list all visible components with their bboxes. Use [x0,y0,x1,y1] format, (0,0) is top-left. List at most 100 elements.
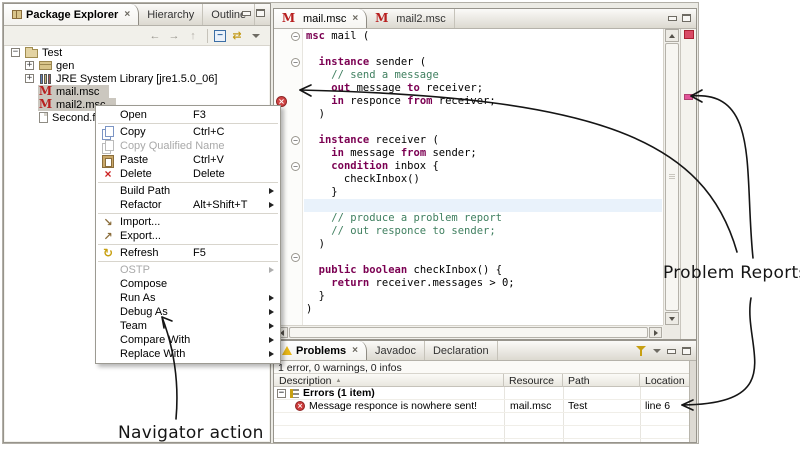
horizontal-scrollbar-thumb[interactable] [289,327,648,338]
close-icon[interactable]: × [124,9,130,20]
menu-item-delete[interactable]: ×DeleteDelete [96,167,280,181]
code-line: in responce from receiver; [306,95,662,108]
expand-icon[interactable]: + [25,74,34,83]
close-icon[interactable]: × [352,13,358,24]
table-row-empty[interactable] [274,439,689,442]
menu-item-debug-as[interactable]: Debug As [96,305,280,319]
thumb-grip-icon [669,174,675,179]
menu-item-run-as[interactable]: Run As [96,291,280,305]
code-token: receiver.messages > 0; [369,277,514,289]
view-tab-declaration[interactable]: Declaration [425,341,498,360]
menu-item-refresh[interactable]: ↻RefreshF5 [96,246,280,260]
column-header-label: Resource [509,375,554,387]
link-with-editor-icon[interactable]: ⇄ [229,28,245,43]
folding-ruler[interactable]: − − − − − [289,29,303,325]
menu-item-compare-with[interactable]: Compare With [96,333,280,347]
view-tab-hierarchy[interactable]: Hierarchy [139,4,203,25]
tree-item-test[interactable]: −Test [11,46,72,59]
tree-item-gen[interactable]: + gen [25,59,84,72]
fold-collapse-icon[interactable]: − [291,136,300,145]
tree-item-body[interactable]: JRE System Library [jre1.5.0_06] [38,72,227,85]
blank-icon [100,334,116,347]
scroll-right-button[interactable] [649,327,662,338]
code-line: ) [306,238,662,251]
code-line: out message to receiver; [306,82,662,95]
editor-tab-mail2-msc[interactable]: Mmail2.msc [367,9,455,28]
menu-item-export[interactable]: ↗Export... [96,229,280,243]
column-header-path[interactable]: Path [563,374,640,387]
collapse-icon[interactable]: − [277,389,286,398]
code-token: ) [306,108,325,120]
fold-collapse-icon[interactable]: − [291,58,300,67]
up-triangle-icon [669,34,675,38]
problems-scrollbar-strip[interactable] [689,361,696,442]
menu-item-refactor[interactable]: RefactorAlt+Shift+T [96,198,280,212]
filter-icon[interactable] [636,345,647,357]
horizontal-scrollbar[interactable] [274,325,663,339]
editor-tab-mail-msc[interactable]: Mmail.msc× [274,9,367,28]
tree-item-jre-system-library-jre1-5-0-06[interactable]: + JRE System Library [jre1.5.0_06] [25,72,227,85]
up-arrow-icon[interactable]: ↑ [185,28,201,43]
view-tab-label: Declaration [433,345,489,357]
menu-item-label: Refactor [120,199,162,211]
maximize-icon[interactable] [682,347,691,355]
scroll-down-button[interactable] [665,312,679,325]
down-triangle-icon [669,317,675,321]
minimize-icon[interactable] [668,14,677,22]
fold-collapse-icon[interactable]: − [291,162,300,171]
submenu-arrow-icon [269,337,274,343]
problems-tabs: Problems×Javadoc Declaration [274,341,498,360]
tree-item-body[interactable]: gen [38,59,84,72]
menu-item-import[interactable]: ↘Import... [96,215,280,229]
code-token: ) [306,303,312,315]
tree-item-mail-msc[interactable]: Mmail.msc [25,85,109,98]
scroll-up-button[interactable] [665,29,679,42]
menu-item-compose[interactable]: Compose [96,277,280,291]
code-token: from [401,147,426,159]
maximize-icon[interactable] [256,9,265,17]
view-tab-javadoc[interactable]: Javadoc [367,341,425,360]
table-row-empty[interactable] [274,413,689,426]
code-token: boolean [363,264,407,276]
problem-row[interactable]: ×Message responce is nowhere sent!mail.m… [274,400,689,413]
problems-table[interactable]: −Errors (1 item)×Message responce is now… [274,387,689,442]
tree-item-body[interactable]: Test [24,46,72,59]
fold-collapse-icon[interactable]: − [291,32,300,41]
view-tab-problems[interactable]: Problems× [274,341,367,360]
blank-icon [100,109,116,122]
back-arrow-icon[interactable]: ← [147,28,163,43]
close-icon[interactable]: × [352,345,358,356]
toolbar-separator [207,29,208,43]
menu-item-open[interactable]: OpenF3 [96,108,280,122]
menu-item-label: Compose [120,278,167,290]
view-menu-icon[interactable] [248,28,264,43]
view-tab-package-explorer[interactable]: Package Explorer× [4,4,139,25]
menu-item-copy[interactable]: CopyCtrl+C [96,125,280,139]
error-header-marker-icon[interactable] [684,30,694,39]
code-text-area[interactable]: msc mail ( instance sender ( // send a m… [304,29,662,325]
column-header-location[interactable]: Location [640,374,690,387]
submenu-arrow-icon [269,309,274,315]
menu-item-label: Delete [120,168,152,180]
menu-item-replace-with[interactable]: Replace With [96,347,280,361]
submenu-arrow-icon [269,351,274,357]
view-menu-icon[interactable] [653,349,661,353]
menu-item-build-path[interactable]: Build Path [96,184,280,198]
menu-item-paste[interactable]: PasteCtrl+V [96,153,280,167]
column-header-description[interactable]: Description▲ [274,374,504,387]
table-row-empty[interactable] [274,426,689,439]
forward-arrow-icon[interactable]: → [166,28,182,43]
maximize-icon[interactable] [682,14,691,22]
minimize-icon[interactable] [667,347,676,355]
collapse-all-icon[interactable]: − [214,30,226,42]
minimize-icon[interactable] [242,9,251,17]
menu-item-team[interactable]: Team [96,319,280,333]
column-header-resource[interactable]: Resource [504,374,563,387]
submenu-arrow-icon [269,202,274,208]
fold-collapse-icon[interactable]: − [291,253,300,262]
collapse-icon[interactable]: − [11,48,20,57]
error-group-row[interactable]: −Errors (1 item) [274,387,689,400]
error-line-marker-icon[interactable] [684,94,693,100]
code-token: // send a message [331,69,438,81]
expand-icon[interactable]: + [25,61,34,70]
